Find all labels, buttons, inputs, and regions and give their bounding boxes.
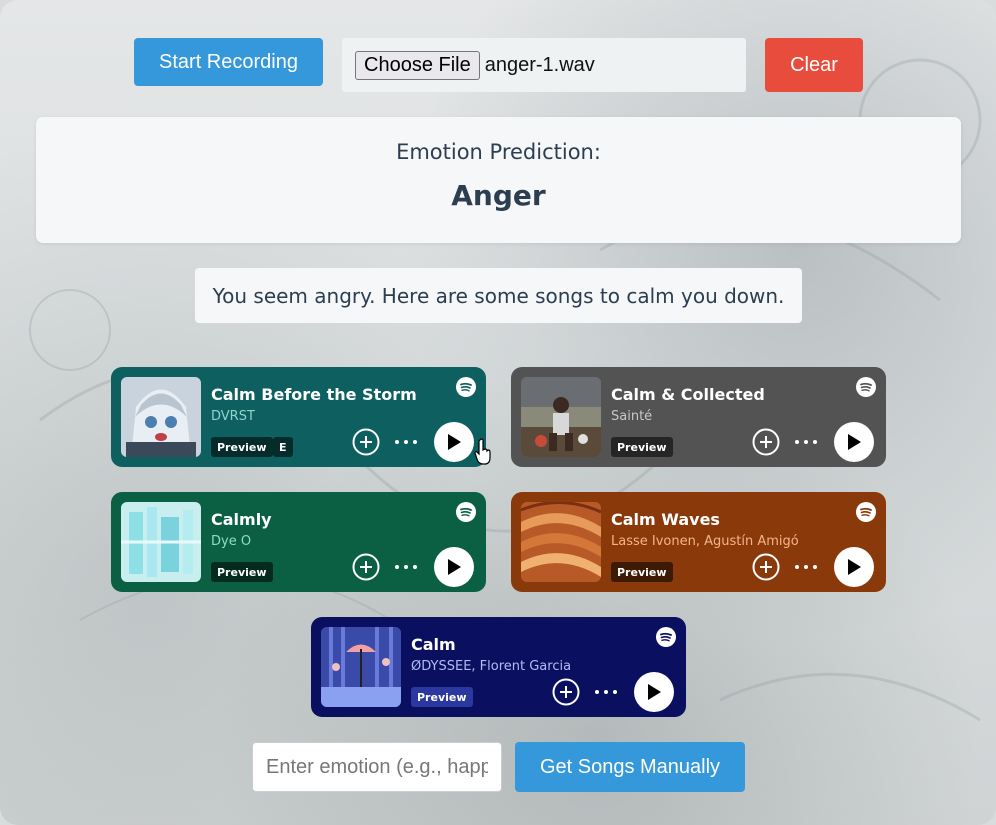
song-artist[interactable]: DVRST (211, 409, 255, 424)
preview-badge: Preview (211, 437, 273, 457)
recommendation-message: You seem angry. Here are some songs to c… (195, 268, 802, 323)
add-circle-icon[interactable] (551, 677, 581, 707)
album-art (321, 627, 401, 707)
song-card[interactable]: Calm Waves Lasse Ivonen, Agustín Amigó P… (511, 492, 886, 592)
play-button[interactable] (834, 422, 874, 462)
play-icon (448, 559, 461, 575)
album-art (121, 377, 201, 457)
add-circle-icon[interactable] (351, 552, 381, 582)
play-icon (848, 559, 861, 575)
emotion-input[interactable] (252, 742, 502, 792)
prediction-panel: Emotion Prediction: Anger (36, 117, 961, 243)
song-card[interactable]: Calm ØDYSSEE, Florent Garcia Preview (311, 617, 686, 717)
song-title[interactable]: Calm Before the Storm (211, 385, 417, 404)
hand-cursor-icon (474, 438, 491, 465)
more-dots-icon[interactable] (793, 433, 819, 451)
play-button[interactable] (434, 422, 474, 462)
preview-badge: Preview (411, 687, 473, 707)
preview-badge: Preview (211, 562, 273, 582)
song-card[interactable]: Calmly Dye O Preview (111, 492, 486, 592)
preview-badge: Preview (611, 437, 673, 457)
choose-file-button[interactable]: Choose File (355, 50, 480, 80)
play-button[interactable] (634, 672, 674, 712)
spotify-icon[interactable] (656, 627, 676, 647)
song-card[interactable]: Calm & Collected Sainté Preview (511, 367, 886, 467)
song-artist[interactable]: Lasse Ivonen, Agustín Amigó (611, 534, 799, 549)
more-dots-icon[interactable] (793, 558, 819, 576)
album-art (521, 502, 601, 582)
more-dots-icon[interactable] (393, 433, 419, 451)
song-artist[interactable]: Dye O (211, 534, 251, 549)
play-icon (448, 434, 461, 450)
preview-badge: Preview (611, 562, 673, 582)
more-dots-icon[interactable] (393, 558, 419, 576)
explicit-badge: E (273, 437, 293, 457)
add-circle-icon[interactable] (751, 552, 781, 582)
play-button[interactable] (434, 547, 474, 587)
spotify-icon[interactable] (856, 502, 876, 522)
song-title[interactable]: Calm Waves (611, 510, 720, 529)
app-frame: Start Recording Choose File anger-1.wav … (0, 0, 996, 825)
spotify-icon[interactable] (856, 377, 876, 397)
album-art (121, 502, 201, 582)
song-title[interactable]: Calmly (211, 510, 272, 529)
song-title[interactable]: Calm & Collected (611, 385, 765, 404)
spotify-icon[interactable] (456, 502, 476, 522)
start-recording-button[interactable]: Start Recording (134, 38, 323, 86)
prediction-value: Anger (451, 179, 546, 212)
add-circle-icon[interactable] (751, 427, 781, 457)
prediction-label: Emotion Prediction: (396, 140, 601, 164)
selected-file-name: anger-1.wav (484, 53, 595, 76)
add-circle-icon[interactable] (351, 427, 381, 457)
play-icon (648, 684, 661, 700)
spotify-icon[interactable] (456, 377, 476, 397)
song-artist[interactable]: ØDYSSEE, Florent Garcia (411, 659, 571, 674)
file-upload[interactable]: Choose File anger-1.wav (342, 38, 746, 92)
song-artist[interactable]: Sainté (611, 409, 652, 424)
clear-button[interactable]: Clear (765, 38, 863, 92)
play-button[interactable] (834, 547, 874, 587)
song-title[interactable]: Calm (411, 635, 456, 654)
song-card[interactable]: Calm Before the Storm DVRST Preview E (111, 367, 486, 467)
get-songs-manually-button[interactable]: Get Songs Manually (515, 742, 745, 792)
more-dots-icon[interactable] (593, 683, 619, 701)
album-art (521, 377, 601, 457)
play-icon (848, 434, 861, 450)
